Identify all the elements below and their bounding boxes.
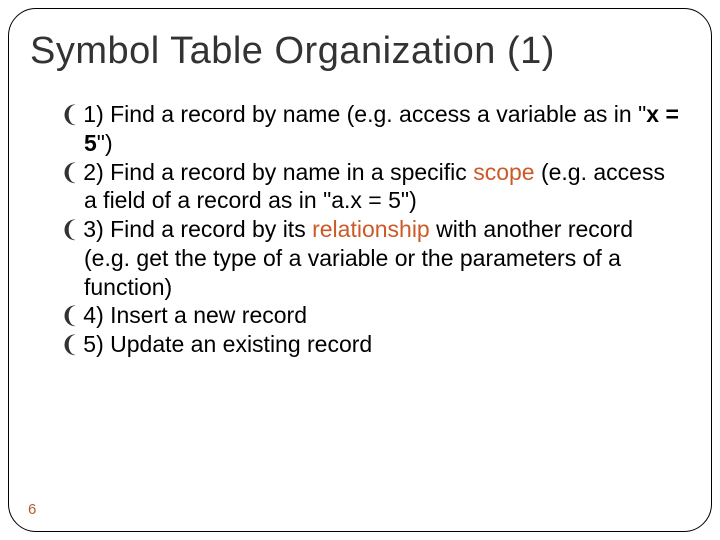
list-item-text: 4) Insert a new record xyxy=(83,302,307,328)
bullet-icon: ❨ xyxy=(60,302,83,328)
bullet-icon: ❨ xyxy=(60,331,83,357)
list-item-text: 1) Find a record by name (e.g. access a … xyxy=(83,101,646,127)
list-item-text: 3) Find a record by its xyxy=(83,216,312,242)
list-item: ❨5) Update an existing record xyxy=(60,330,680,359)
slide-title: Symbol Table Organization (1) xyxy=(30,30,690,73)
list-item: ❨1) Find a record by name (e.g. access a… xyxy=(60,100,680,158)
list-item-text: 5) Update an existing record xyxy=(83,331,372,357)
list-item-highlight: relationship xyxy=(312,216,430,242)
slide: Symbol Table Organization (1) ❨1) Find a… xyxy=(0,0,720,540)
list-item: ❨3) Find a record by its relationship wi… xyxy=(60,215,680,301)
bullet-icon: ❨ xyxy=(60,216,83,242)
list-item: ❨2) Find a record by name in a specific … xyxy=(60,158,680,216)
bullet-icon: ❨ xyxy=(60,159,83,185)
list-item-highlight: scope xyxy=(473,159,534,185)
list-item-text: 2) Find a record by name in a specific xyxy=(83,159,473,185)
bullet-icon: ❨ xyxy=(60,101,83,127)
list-item-text: ") xyxy=(97,130,113,156)
page-number: 6 xyxy=(28,501,36,518)
slide-body: ❨1) Find a record by name (e.g. access a… xyxy=(60,100,680,359)
list-item: ❨4) Insert a new record xyxy=(60,301,680,330)
